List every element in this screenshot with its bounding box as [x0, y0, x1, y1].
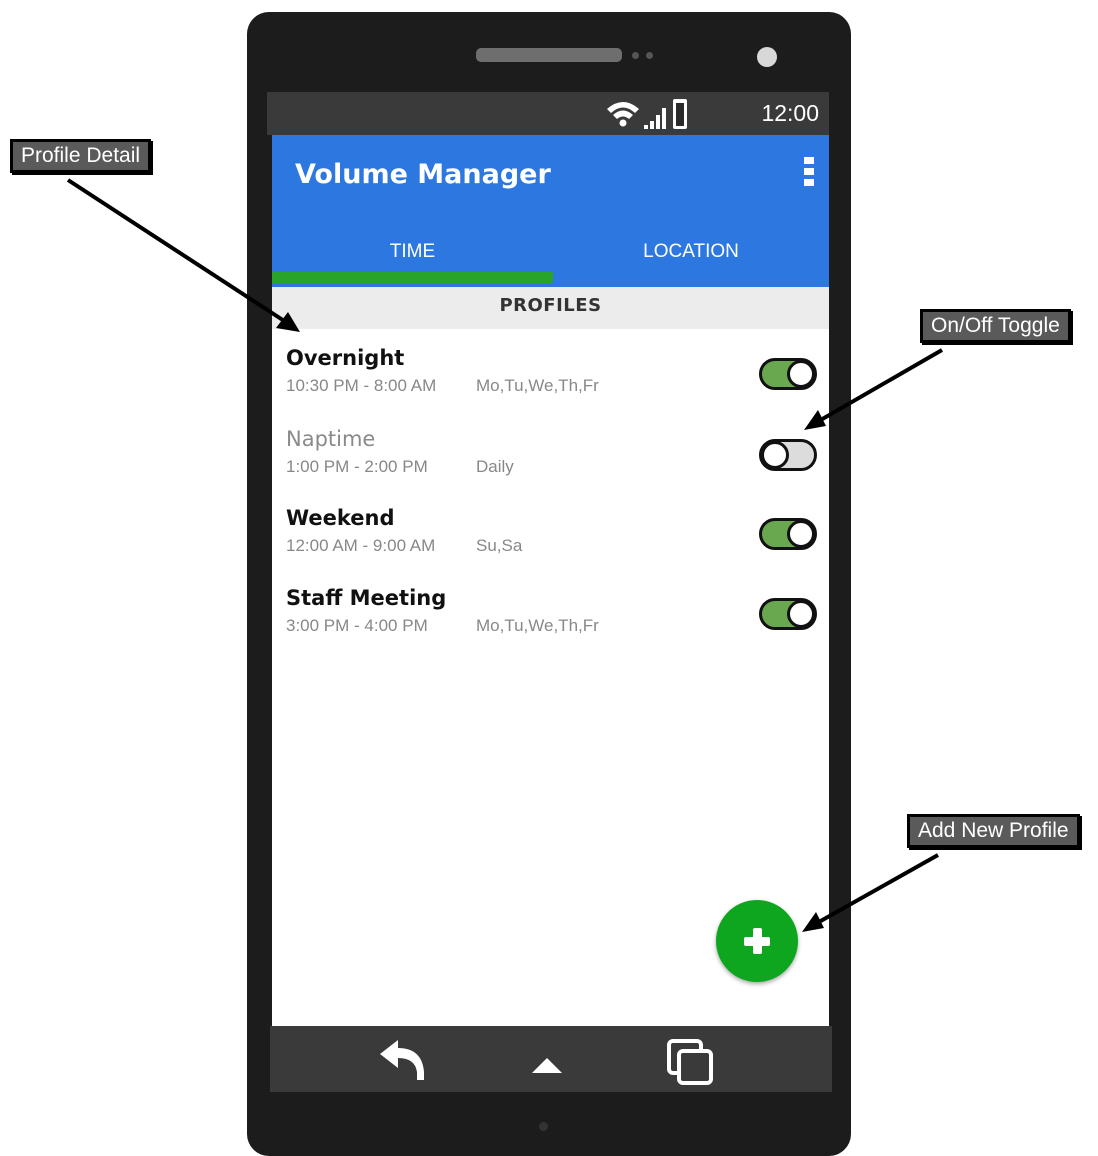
profile-row-staff-meeting[interactable]: Staff Meeting 3:00 PM - 4:00 PM Mo,Tu,We…	[272, 569, 829, 649]
profile-days: Mo,Tu,We,Th,Fr	[476, 616, 599, 635]
phone-speaker	[476, 48, 622, 62]
app-bar: Volume Manager TIME LOCATION	[272, 135, 829, 287]
toggle-knob	[787, 520, 815, 548]
profile-name: Staff Meeting	[286, 586, 447, 610]
profile-time: 10:30 PM - 8:00 AM	[286, 376, 437, 395]
profile-toggle[interactable]	[759, 439, 817, 471]
profile-row-overnight[interactable]: Overnight 10:30 PM - 8:00 AM Mo,Tu,We,Th…	[272, 329, 829, 409]
add-profile-button[interactable]	[716, 900, 798, 982]
recents-icon[interactable]	[666, 1038, 718, 1088]
speaker-dot	[632, 52, 639, 59]
profile-days: Daily	[476, 457, 514, 476]
profile-days: Su,Sa	[476, 536, 523, 555]
tab-location[interactable]: LOCATION	[553, 241, 829, 275]
profile-time: 12:00 AM - 9:00 AM	[286, 536, 436, 555]
profile-time: 1:00 PM - 2:00 PM	[286, 457, 428, 476]
tab-indicator	[272, 272, 553, 283]
back-icon[interactable]	[376, 1038, 428, 1082]
status-clock: 12:00	[761, 100, 819, 126]
profile-name: Naptime	[286, 427, 376, 451]
profiles-header: PROFILES	[272, 287, 829, 329]
profile-toggle[interactable]	[759, 598, 817, 630]
toggle-knob	[761, 441, 789, 469]
status-bar: 12:00	[267, 92, 829, 135]
profile-days: Mo,Tu,We,Th,Fr	[476, 376, 599, 395]
toggle-knob	[787, 600, 815, 628]
plus-icon	[744, 928, 770, 954]
tab-time[interactable]: TIME	[272, 241, 553, 275]
front-camera	[757, 47, 777, 67]
home-icon[interactable]	[532, 1058, 562, 1074]
home-dot	[539, 1122, 548, 1131]
speaker-dot	[646, 52, 653, 59]
app-title: Volume Manager	[295, 159, 551, 190]
callout-add-profile: Add New Profile	[907, 814, 1080, 848]
nav-bar	[270, 1026, 832, 1092]
wifi-icon	[607, 102, 639, 127]
profile-name: Overnight	[286, 346, 405, 370]
signal-icon	[644, 108, 666, 129]
profile-row-weekend[interactable]: Weekend 12:00 AM - 9:00 AM Su,Sa	[272, 489, 829, 569]
profile-toggle[interactable]	[759, 358, 817, 390]
status-icons	[607, 99, 687, 129]
profile-toggle[interactable]	[759, 518, 817, 550]
profile-row-naptime[interactable]: Naptime 1:00 PM - 2:00 PM Daily	[272, 410, 829, 490]
profile-name: Weekend	[286, 506, 395, 530]
overflow-menu-icon[interactable]	[802, 157, 816, 191]
battery-icon	[673, 99, 687, 129]
callout-profile-detail: Profile Detail	[10, 139, 152, 173]
toggle-knob	[787, 360, 815, 388]
callout-toggle: On/Off Toggle	[920, 309, 1071, 343]
profile-time: 3:00 PM - 4:00 PM	[286, 616, 428, 635]
